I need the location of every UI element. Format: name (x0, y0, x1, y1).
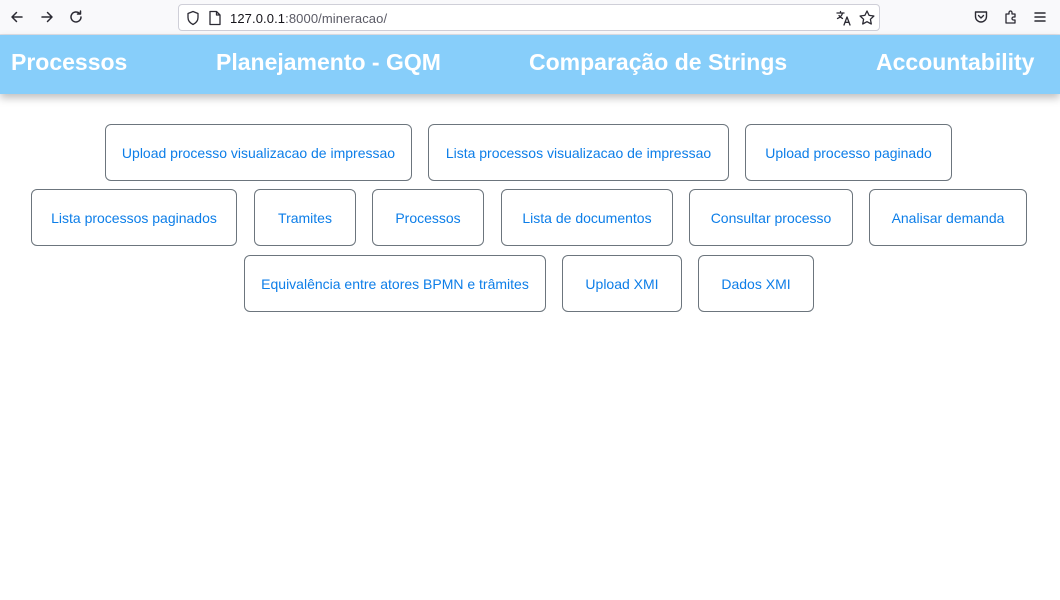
url-host: 127.0.0.1 (230, 11, 286, 26)
dados-xmi-button[interactable]: Dados XMI (698, 255, 814, 312)
page-icon[interactable] (208, 10, 222, 26)
equivalencia-atores-bpmn-button[interactable]: Equivalência entre atores BPMN e trâmite… (244, 255, 546, 312)
analisar-demanda-button[interactable]: Analisar demanda (869, 189, 1027, 246)
menu-icon[interactable] (1029, 6, 1051, 28)
extensions-icon[interactable] (1000, 6, 1022, 28)
url-path: :8000/mineracao/ (285, 11, 388, 26)
url-bar[interactable]: 127.0.0.1:8000/mineracao/ (178, 4, 880, 31)
pocket-icon[interactable] (970, 6, 992, 28)
nav-link-accountability[interactable]: Accountability (876, 49, 1034, 76)
nav-link-planejamento-gqm[interactable]: Planejamento - GQM (216, 49, 441, 76)
upload-processo-visualizacao-button[interactable]: Upload processo visualizacao de impressa… (105, 124, 412, 181)
reload-icon[interactable] (65, 6, 87, 28)
star-icon[interactable] (858, 9, 876, 27)
tramites-button[interactable]: Tramites (254, 189, 356, 246)
url-text[interactable]: 127.0.0.1:8000/mineracao/ (230, 11, 387, 26)
nav-link-comparacao-de-strings[interactable]: Comparação de Strings (529, 49, 787, 76)
forward-arrow-icon[interactable] (36, 6, 58, 28)
browser-toolbar: 127.0.0.1:8000/mineracao/ (0, 0, 1060, 35)
lista-processos-paginados-button[interactable]: Lista processos paginados (31, 189, 237, 246)
upload-xmi-button[interactable]: Upload XMI (562, 255, 682, 312)
back-arrow-icon[interactable] (6, 6, 28, 28)
shield-icon[interactable] (185, 10, 201, 26)
consultar-processo-button[interactable]: Consultar processo (689, 189, 853, 246)
processos-button[interactable]: Processos (372, 189, 484, 246)
translate-icon[interactable] (835, 9, 853, 27)
nav-link-processos[interactable]: Processos (11, 49, 127, 76)
upload-processo-paginado-button[interactable]: Upload processo paginado (745, 124, 952, 181)
lista-de-documentos-button[interactable]: Lista de documentos (501, 189, 673, 246)
app-nav-bar: Processos Planejamento - GQM Comparação … (0, 35, 1060, 94)
lista-processos-visualizacao-button[interactable]: Lista processos visualizacao de impressa… (428, 124, 729, 181)
